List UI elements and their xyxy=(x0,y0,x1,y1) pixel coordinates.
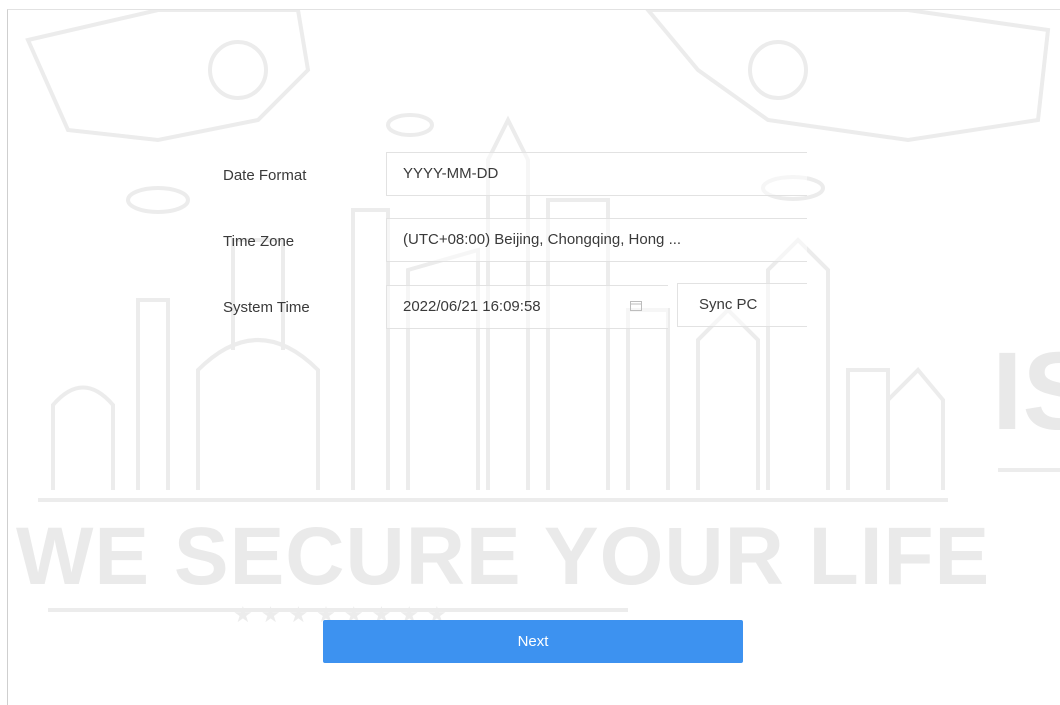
next-button[interactable]: Next xyxy=(323,620,743,663)
time-zone-value: (UTC+08:00) Beijing, Chongqing, Hong ... xyxy=(403,231,682,248)
system-time-picker[interactable]: 2022/06/21 16:09:58 xyxy=(386,285,668,329)
time-zone-select[interactable]: (UTC+08:00) Beijing, Chongqing, Hong ... xyxy=(386,218,807,262)
date-format-value: YYYY-MM-DD xyxy=(403,165,499,182)
system-time-label: System Time xyxy=(223,299,310,316)
time-zone-label: Time Zone xyxy=(223,233,295,250)
system-time-value: 2022/06/21 16:09:58 xyxy=(403,298,541,315)
watermark-slogan: WE SECURE YOUR LIFE xyxy=(16,511,991,602)
date-format-label: Date Format xyxy=(223,167,307,184)
setup-wizard-panel: WE SECURE YOUR LIFE IS ★★★★★★★★ xyxy=(7,9,1060,705)
date-format-select[interactable]: YYYY-MM-DD xyxy=(386,152,807,196)
sync-pc-button[interactable]: Sync PC xyxy=(677,283,807,327)
calendar-icon[interactable] xyxy=(630,300,642,311)
watermark-side-fragment: IS xyxy=(992,330,1060,453)
